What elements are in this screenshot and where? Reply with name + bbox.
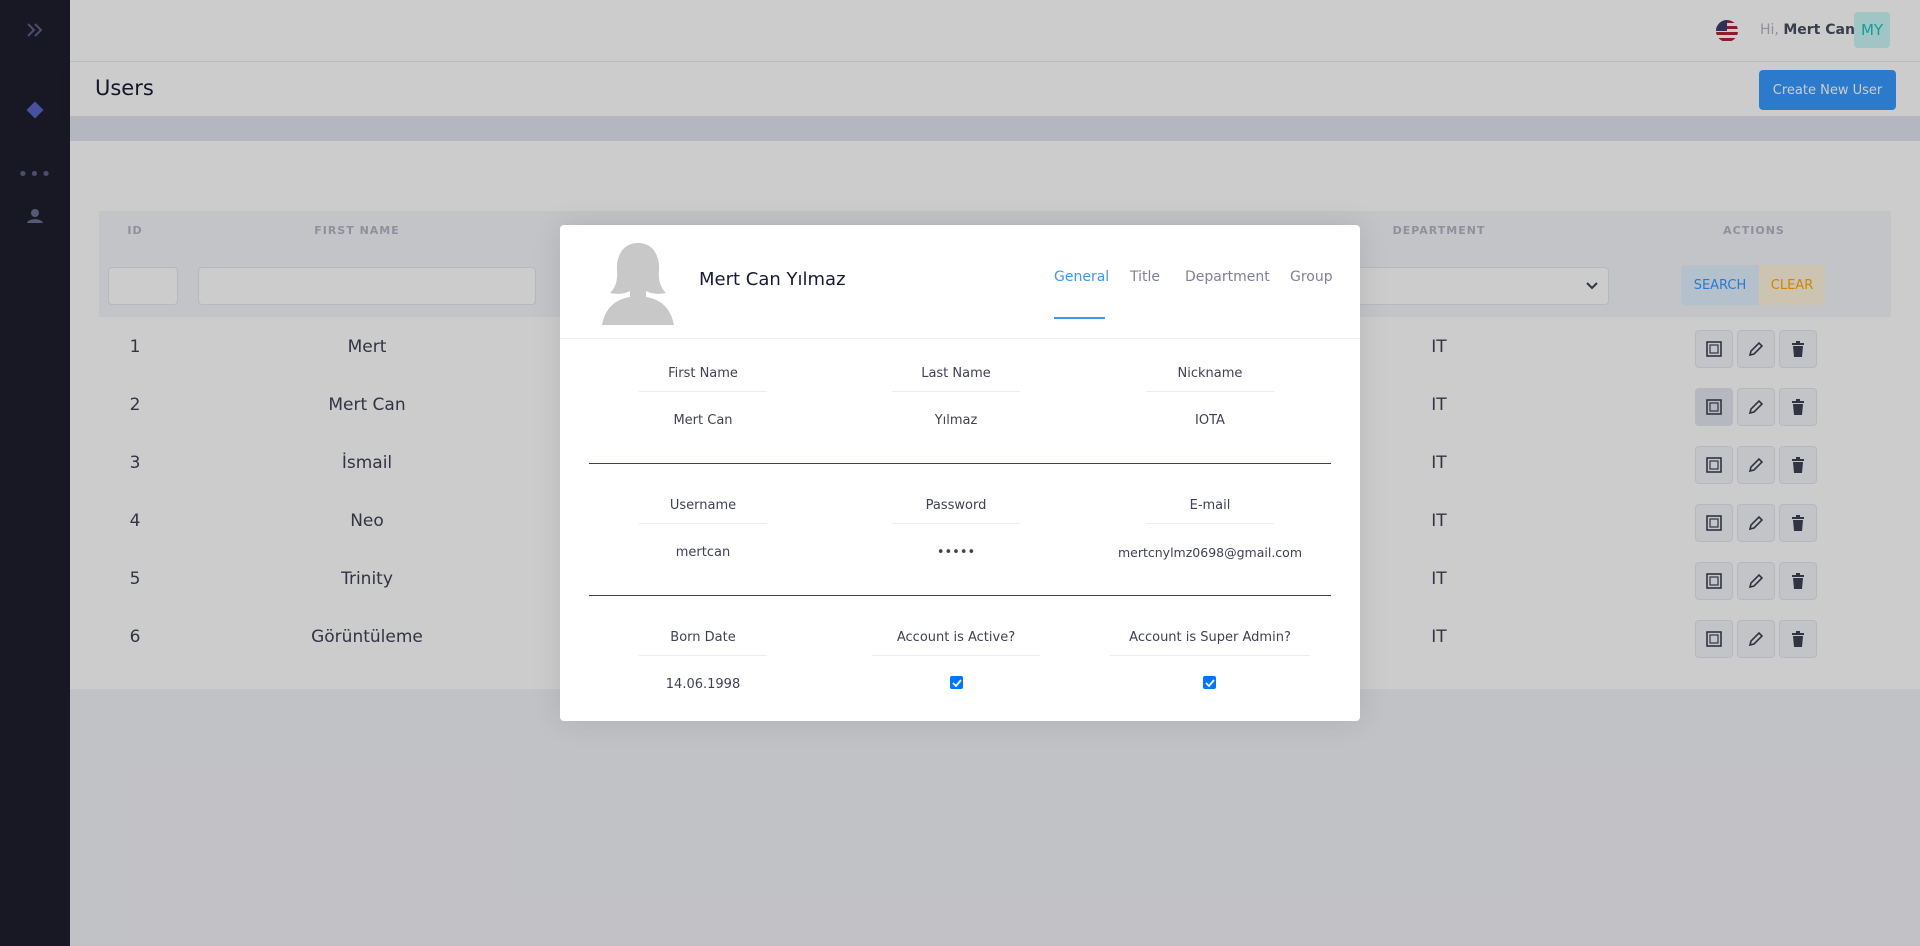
account-active-checkbox[interactable] bbox=[950, 676, 963, 689]
tab-title[interactable]: Title bbox=[1130, 269, 1160, 285]
active-tab-indicator bbox=[1054, 317, 1105, 319]
super-admin-checkbox[interactable] bbox=[1203, 676, 1216, 689]
modal-user-name: Mert Can Yılmaz bbox=[699, 269, 846, 290]
last-name-label: Last Name bbox=[892, 366, 1020, 392]
account-super-admin-label: Account is Super Admin? bbox=[1110, 630, 1310, 656]
email-value: mertcnylmz0698@gmail.com bbox=[1117, 545, 1302, 560]
first-name-value: Mert Can bbox=[673, 413, 733, 428]
account-active-label: Account is Active? bbox=[872, 630, 1040, 656]
nickname-value: IOTA bbox=[1195, 413, 1225, 428]
born-date-value: 14.06.1998 bbox=[665, 677, 741, 692]
tab-general[interactable]: General bbox=[1054, 269, 1109, 285]
section-divider bbox=[589, 595, 1331, 596]
modal-header: Mert Can Yılmaz General Title Department… bbox=[560, 225, 1360, 339]
checkmark-icon bbox=[951, 678, 962, 687]
password-label: Password bbox=[892, 498, 1020, 524]
user-detail-modal: Mert Can Yılmaz General Title Department… bbox=[560, 225, 1360, 721]
section-divider bbox=[589, 463, 1331, 464]
person-silhouette-icon bbox=[602, 243, 674, 325]
username-value: mertcan bbox=[675, 545, 731, 560]
nickname-label: Nickname bbox=[1146, 366, 1274, 392]
born-date-label: Born Date bbox=[639, 630, 767, 656]
checkmark-icon bbox=[1204, 678, 1215, 687]
password-value: ••••• bbox=[936, 545, 976, 560]
tab-group[interactable]: Group bbox=[1290, 269, 1333, 285]
username-label: Username bbox=[639, 498, 767, 524]
tab-department[interactable]: Department bbox=[1185, 269, 1270, 285]
last-name-value: Yılmaz bbox=[934, 413, 978, 428]
email-label: E-mail bbox=[1146, 498, 1274, 524]
user-avatar bbox=[602, 239, 674, 325]
first-name-label: First Name bbox=[639, 366, 767, 392]
